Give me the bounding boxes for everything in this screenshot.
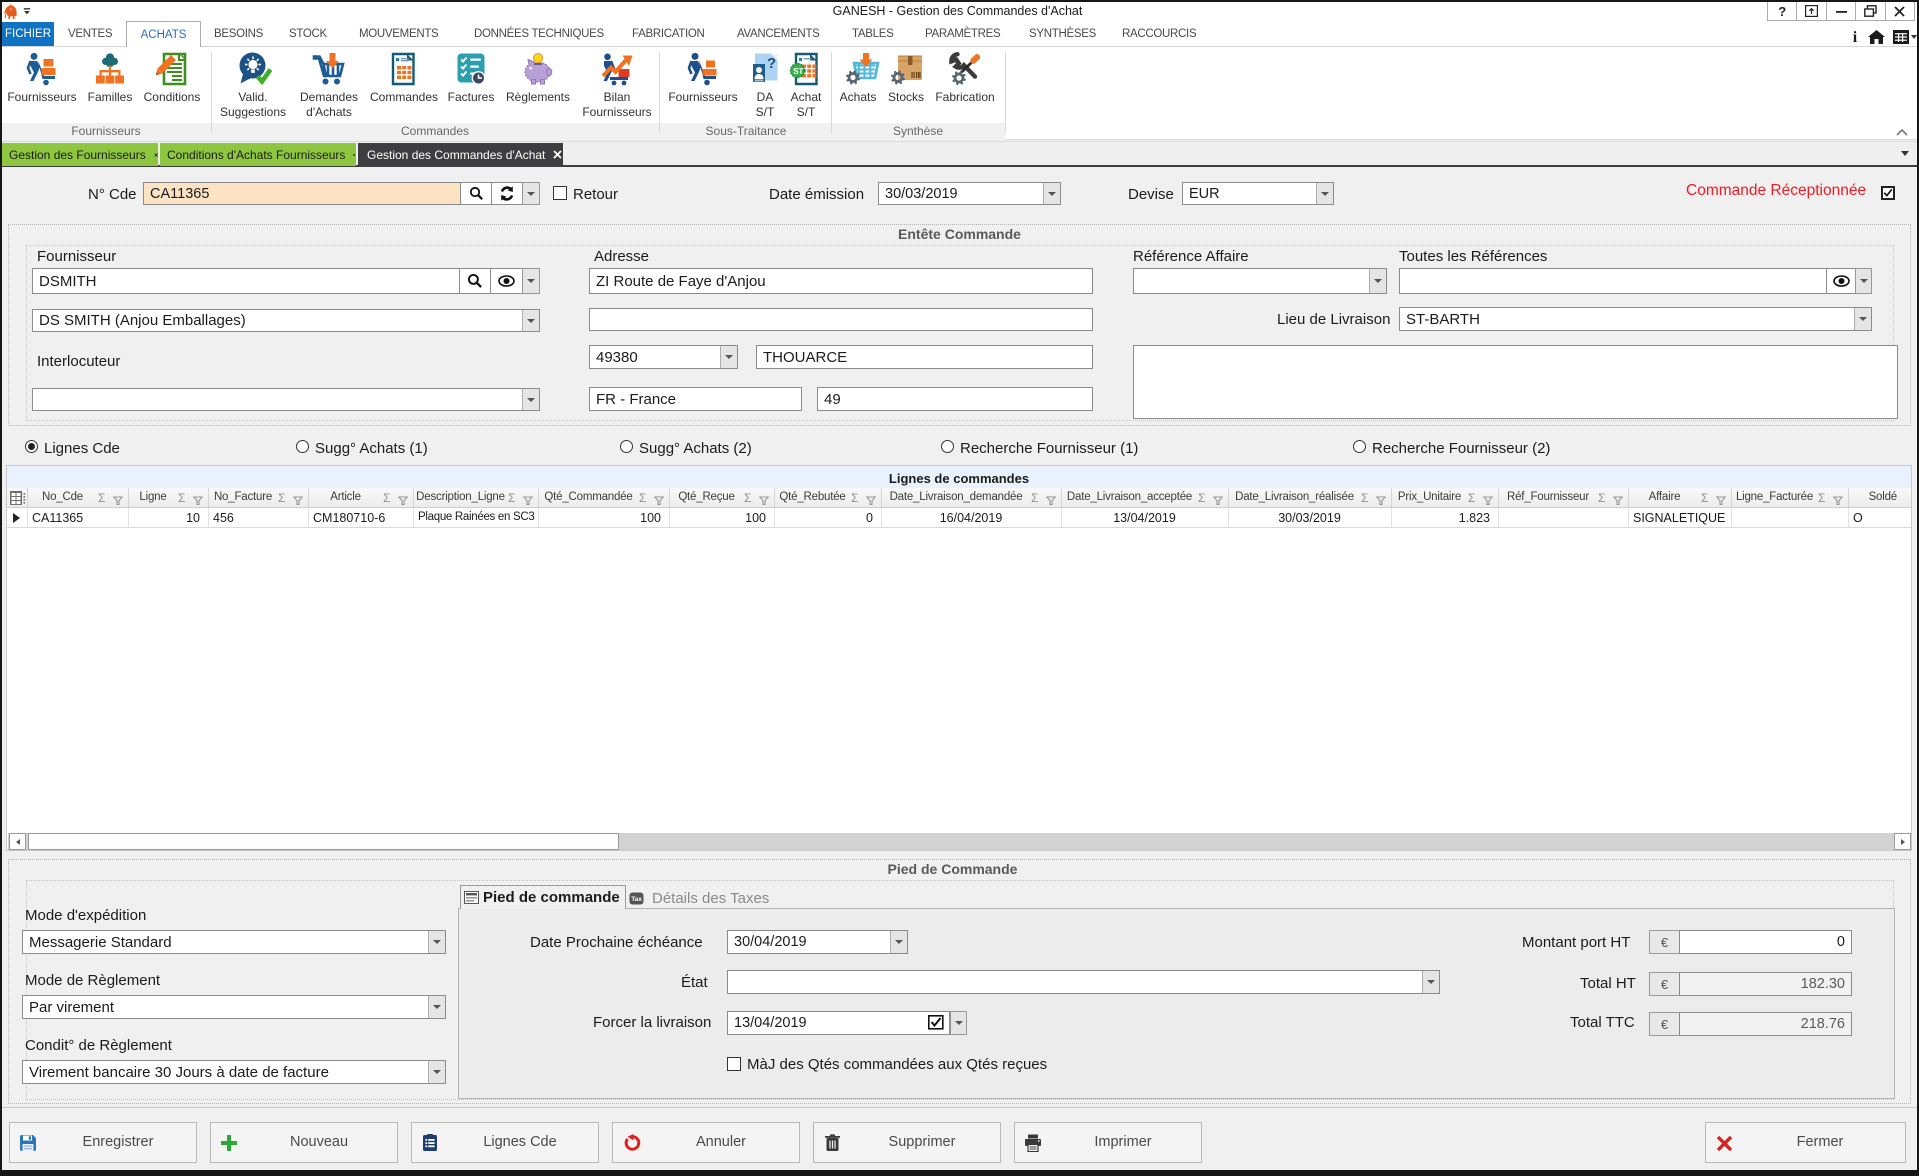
svg-text:ST: ST — [793, 67, 803, 76]
svg-text:?: ? — [767, 55, 776, 72]
svg-text:Tax: Tax — [631, 896, 642, 903]
